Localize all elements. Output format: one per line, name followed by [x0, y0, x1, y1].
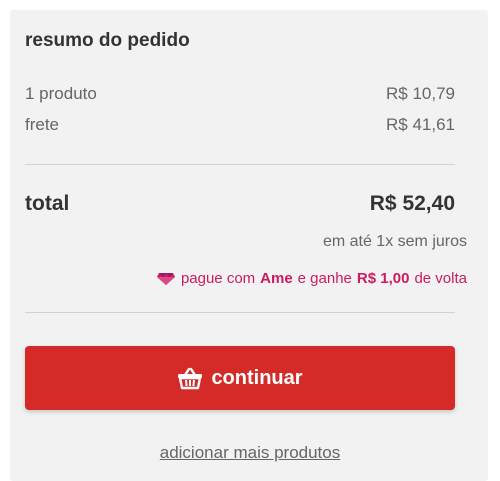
installments-text: em até 1x sem juros: [322, 233, 467, 250]
divider: [25, 312, 455, 313]
shipping-value: R$ 41,61: [386, 115, 455, 134]
total-value: R$ 52,40: [369, 192, 455, 215]
divider: [25, 164, 455, 165]
items-label: 1 produto: [25, 84, 97, 103]
ame-brand: Ame: [260, 270, 293, 287]
total-row: total R$ 52,40: [25, 192, 455, 216]
add-more-products: adicionar mais produtos: [0, 443, 500, 463]
continue-button[interactable]: continuar: [25, 346, 455, 410]
continue-label: continuar: [211, 366, 303, 389]
order-summary-title: resumo do pedido: [25, 30, 190, 51]
basket-icon: [177, 366, 203, 390]
items-row: 1 produto R$ 10,79: [25, 84, 455, 104]
ame-cashback-promo: pague com Ame e ganhe R$ 1,00 de volta: [156, 270, 467, 287]
shipping-row: frete R$ 41,61: [25, 115, 455, 135]
ame-text-prefix: pague com: [180, 270, 256, 287]
ame-text-suffix: de volta: [414, 270, 467, 287]
items-value: R$ 10,79: [386, 84, 455, 103]
ame-gem-icon: [156, 272, 176, 286]
ame-cashback-value: R$ 1,00: [356, 270, 410, 287]
total-label: total: [25, 192, 70, 215]
ame-text-middle: e ganhe: [297, 270, 352, 287]
shipping-label: frete: [25, 115, 60, 134]
add-more-products-link[interactable]: adicionar mais produtos: [160, 443, 340, 462]
